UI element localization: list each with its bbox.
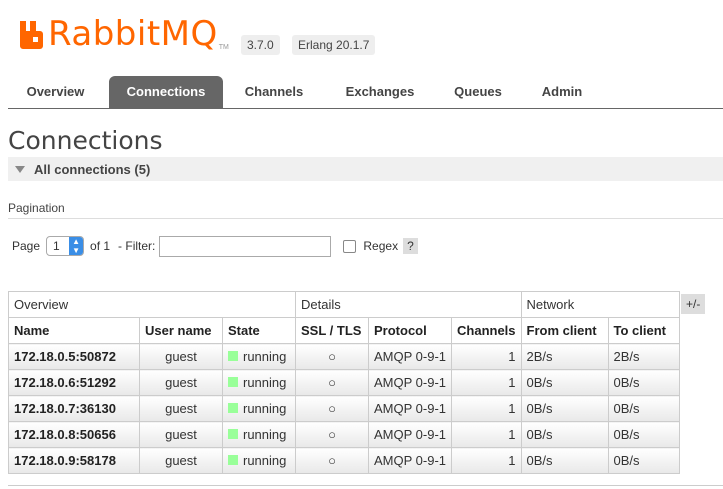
group-header-details: Details [295, 291, 522, 318]
to-client-cell: 0B/s [607, 395, 680, 422]
regex-checkbox[interactable] [343, 239, 357, 253]
from-client-cell: 0B/s [520, 369, 609, 396]
regex-help-button[interactable]: ? [403, 238, 418, 254]
user-cell: guest [139, 447, 223, 474]
ssl-cell: ○ [295, 421, 369, 448]
column-toggle-button[interactable]: +/- [681, 294, 706, 314]
col-header-protocol[interactable]: Protocol [367, 317, 453, 344]
connection-name-link[interactable]: 172.18.0.6:51292 [8, 369, 140, 396]
col-header-name[interactable]: Name [8, 317, 140, 344]
state-text: running [243, 452, 287, 468]
rabbit-logo-icon [18, 19, 46, 49]
from-client-cell: 2B/s [520, 343, 609, 370]
state-cell: running [222, 343, 296, 370]
tab-exchanges[interactable]: Exchanges [330, 76, 430, 108]
user-cell: guest [139, 395, 223, 422]
running-status-icon [228, 351, 238, 362]
ssl-cell: ○ [295, 447, 369, 474]
ssl-cell: ○ [295, 369, 369, 396]
logo-trademark: TM [218, 44, 229, 51]
from-client-cell: 0B/s [520, 421, 609, 448]
running-status-icon [228, 403, 238, 414]
col-header-ssl[interactable]: SSL / TLS [295, 317, 369, 344]
running-status-icon [228, 377, 238, 388]
channels-cell: 1 [451, 447, 522, 474]
logo-text: RabbitMQ [48, 14, 218, 54]
connection-name-link[interactable]: 172.18.0.7:36130 [8, 395, 140, 422]
state-cell: running [222, 447, 296, 474]
channels-cell: 1 [451, 421, 522, 448]
pagination-heading: Pagination [8, 201, 65, 215]
tab-channels[interactable]: Channels [229, 76, 319, 108]
to-client-cell: 0B/s [607, 369, 680, 396]
protocol-cell: AMQP 0-9-1 [367, 395, 453, 422]
page-label: Page [12, 239, 41, 253]
all-connections-toggle[interactable]: All connections (5) [8, 157, 723, 181]
state-text: running [243, 348, 287, 364]
filter-label: - Filter: [118, 239, 156, 253]
table-row[interactable]: 172.18.0.5:50872 guest running ○ AMQP 0-… [8, 343, 680, 370]
table-row[interactable]: 172.18.0.9:58178 guest running ○ AMQP 0-… [8, 447, 680, 474]
protocol-cell: AMQP 0-9-1 [367, 447, 453, 474]
channels-cell: 1 [451, 343, 522, 370]
page-select-value: 1 [53, 239, 60, 253]
from-client-cell: 0B/s [520, 395, 609, 422]
tab-admin[interactable]: Admin [528, 76, 596, 108]
to-client-cell: 2B/s [607, 343, 680, 370]
to-client-cell: 0B/s [607, 421, 680, 448]
col-header-user[interactable]: User name [139, 317, 223, 344]
table-row[interactable]: 172.18.0.7:36130 guest running ○ AMQP 0-… [8, 395, 680, 422]
main-nav-tabs: Overview Connections Channels Exchanges … [8, 76, 723, 109]
tab-connections[interactable]: Connections [109, 76, 223, 108]
tab-overview[interactable]: Overview [8, 76, 103, 108]
running-status-icon [228, 429, 238, 440]
state-text: running [243, 374, 287, 390]
col-header-to-client[interactable]: To client [607, 317, 680, 344]
chevron-updown-icon: ▲ ▼ [69, 237, 84, 255]
filter-input[interactable] [159, 235, 332, 257]
collapse-triangle-icon [15, 165, 25, 173]
section-title: All connections (5) [34, 161, 151, 177]
state-cell: running [222, 395, 296, 422]
divider [8, 485, 723, 486]
col-header-channels[interactable]: Channels [451, 317, 522, 344]
protocol-cell: AMQP 0-9-1 [367, 421, 453, 448]
pagination-controls: Page 1 ▲ ▼ of 1 - Filter: Regex ? [12, 235, 418, 257]
page-title: Connections [8, 126, 163, 155]
state-text: running [243, 426, 287, 442]
regex-label: Regex [363, 239, 399, 253]
from-client-cell: 0B/s [520, 447, 609, 474]
divider [8, 218, 723, 219]
user-cell: guest [139, 343, 223, 370]
running-status-icon [228, 455, 238, 466]
table-row[interactable]: 172.18.0.6:51292 guest running ○ AMQP 0-… [8, 369, 680, 396]
ssl-cell: ○ [295, 395, 369, 422]
page-count-label: of 1 [90, 239, 111, 253]
state-text: running [243, 400, 287, 416]
protocol-cell: AMQP 0-9-1 [367, 369, 453, 396]
connections-table: Overview Details Network Name User name … [8, 291, 680, 474]
table-row[interactable]: 172.18.0.8:50656 guest running ○ AMQP 0-… [8, 421, 680, 448]
col-header-state[interactable]: State [222, 317, 296, 344]
state-cell: running [222, 421, 296, 448]
rabbitmq-logo[interactable]: RabbitMQ TM [18, 14, 229, 54]
col-header-from-client[interactable]: From client [520, 317, 609, 344]
connection-name-link[interactable]: 172.18.0.9:58178 [8, 447, 140, 474]
group-header-network: Network [520, 291, 680, 318]
connection-name-link[interactable]: 172.18.0.5:50872 [8, 343, 140, 370]
user-cell: guest [139, 421, 223, 448]
to-client-cell: 0B/s [607, 447, 680, 474]
group-header-overview: Overview [8, 291, 296, 318]
channels-cell: 1 [451, 395, 522, 422]
rabbitmq-version-badge: 3.7.0 [241, 35, 280, 55]
channels-cell: 1 [451, 369, 522, 396]
ssl-cell: ○ [295, 343, 369, 370]
state-cell: running [222, 369, 296, 396]
user-cell: guest [139, 369, 223, 396]
protocol-cell: AMQP 0-9-1 [367, 343, 453, 370]
page-select[interactable]: 1 ▲ ▼ [46, 236, 85, 256]
erlang-version-badge: Erlang 20.1.7 [292, 35, 376, 55]
connection-name-link[interactable]: 172.18.0.8:50656 [8, 421, 140, 448]
tab-queues[interactable]: Queues [440, 76, 516, 108]
